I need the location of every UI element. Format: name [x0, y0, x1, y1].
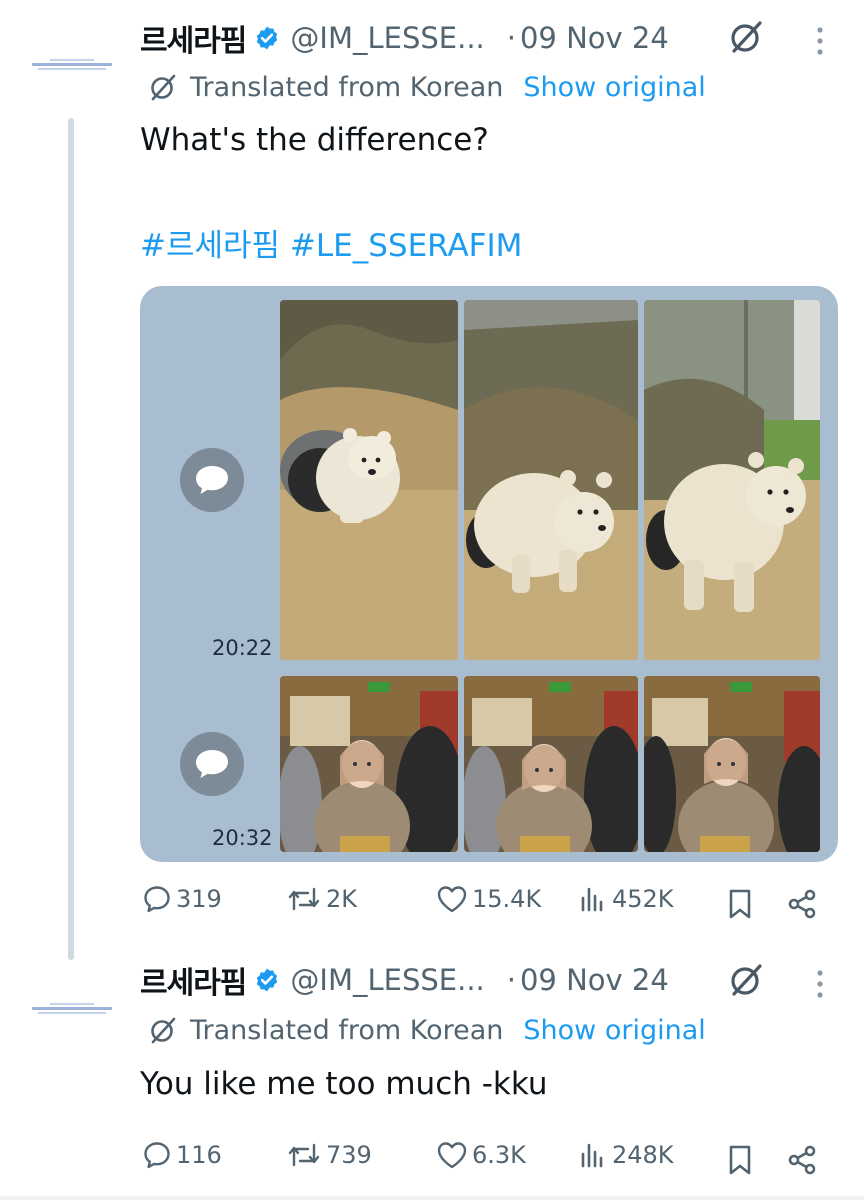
more-icon[interactable] — [815, 25, 825, 57]
views-count: 452K — [612, 885, 674, 913]
tweet-1[interactable]: 르세라핌 @IM_LESSE... · 09 Nov 24 Translated… — [0, 0, 864, 960]
reply-icon — [144, 886, 170, 913]
chat-bubble-icon[interactable] — [180, 732, 244, 796]
repost-icon — [288, 1143, 320, 1167]
person-thumbnail[interactable] — [280, 676, 458, 852]
translate-icon — [151, 74, 176, 101]
action-bar: 319 2K 15.4K 452K — [140, 884, 830, 924]
chat-bubble-icon[interactable] — [180, 448, 244, 512]
video-timestamp: 20:32 — [212, 826, 273, 850]
tweet-text: What's the difference? — [140, 122, 489, 158]
bookmark-icon[interactable] — [726, 1144, 754, 1176]
person-thumbnail[interactable] — [464, 676, 638, 852]
repost-icon — [288, 887, 320, 911]
views-button[interactable]: 248K — [578, 1140, 674, 1170]
action-bar: 116 739 6.3K 248K — [140, 1140, 830, 1180]
person-thumbnail[interactable] — [644, 676, 820, 852]
avatar[interactable] — [30, 56, 114, 78]
share-icon[interactable] — [786, 888, 818, 920]
repost-count: 2K — [326, 885, 358, 913]
bookmark-icon[interactable] — [726, 888, 754, 920]
translation-label: Translated from Korean — [190, 71, 504, 103]
author-name[interactable]: 르세라핌 — [140, 958, 247, 1002]
verified-badge-icon — [257, 968, 278, 992]
thumbnail-strip — [280, 300, 820, 660]
reply-button[interactable]: 116 — [142, 1140, 222, 1170]
tweet-hashtags[interactable]: #르세라핌 #LE_SSERAFIM — [140, 220, 522, 265]
share-icon[interactable] — [786, 1144, 818, 1176]
tweet-header: 르세라핌 @IM_LESSE... · 09 Nov 24 — [140, 16, 669, 60]
show-original-link[interactable]: Show original — [523, 72, 705, 103]
more-icon[interactable] — [815, 968, 825, 1000]
like-count: 15.4K — [472, 885, 542, 913]
tweet-date[interactable]: 09 Nov 24 — [520, 963, 669, 997]
views-count: 248K — [612, 1141, 674, 1169]
quoted-media-card[interactable]: 20:22 20:32 — [140, 286, 838, 862]
repost-button[interactable]: 2K — [286, 884, 357, 914]
verified-badge-icon — [257, 26, 278, 50]
tweet-header: 르세라핌 @IM_LESSE... · 09 Nov 24 — [140, 958, 669, 1002]
translation-bar: Translated from Korean Show original — [148, 67, 706, 107]
like-icon — [437, 1142, 467, 1169]
separator: · — [506, 21, 516, 55]
show-original-link[interactable]: Show original — [523, 1015, 705, 1046]
media-row-2[interactable]: 20:32 — [140, 670, 838, 862]
reply-count: 319 — [176, 885, 222, 913]
reply-button[interactable]: 319 — [142, 884, 222, 914]
divider — [0, 1196, 864, 1200]
media-row-1[interactable]: 20:22 — [140, 286, 838, 670]
like-button[interactable]: 6.3K — [436, 1140, 526, 1170]
repost-count: 739 — [326, 1141, 372, 1169]
separator: · — [506, 963, 516, 997]
views-icon — [581, 1143, 603, 1168]
bear-thumbnail[interactable] — [280, 300, 458, 660]
repost-button[interactable]: 739 — [286, 1140, 372, 1170]
like-icon — [437, 886, 467, 913]
translate-icon — [151, 1017, 176, 1044]
views-button[interactable]: 452K — [578, 884, 674, 914]
translation-label: Translated from Korean — [190, 1014, 504, 1046]
tweet-date[interactable]: 09 Nov 24 — [520, 21, 669, 55]
grok-icon[interactable] — [728, 962, 764, 998]
author-handle[interactable]: @IM_LESSE... — [290, 21, 484, 55]
bear-thumbnail[interactable] — [464, 300, 638, 660]
thread-line — [68, 118, 74, 960]
author-name[interactable]: 르세라핌 — [140, 16, 247, 60]
grok-icon[interactable] — [728, 19, 764, 55]
like-button[interactable]: 15.4K — [436, 884, 541, 914]
reply-count: 116 — [176, 1141, 222, 1169]
views-icon — [581, 887, 603, 912]
author-handle[interactable]: @IM_LESSE... — [290, 963, 484, 997]
video-timestamp: 20:22 — [212, 636, 273, 660]
thumbnail-strip — [280, 676, 820, 852]
translation-bar: Translated from Korean Show original — [148, 1010, 706, 1050]
avatar[interactable] — [30, 1000, 114, 1022]
tweet-2[interactable]: 르세라핌 @IM_LESSE... · 09 Nov 24 Translated… — [0, 958, 864, 1200]
tweet-text: You like me too much -kku — [140, 1066, 548, 1102]
bear-thumbnail[interactable] — [644, 300, 820, 660]
like-count: 6.3K — [472, 1141, 526, 1169]
reply-icon — [144, 1142, 170, 1169]
